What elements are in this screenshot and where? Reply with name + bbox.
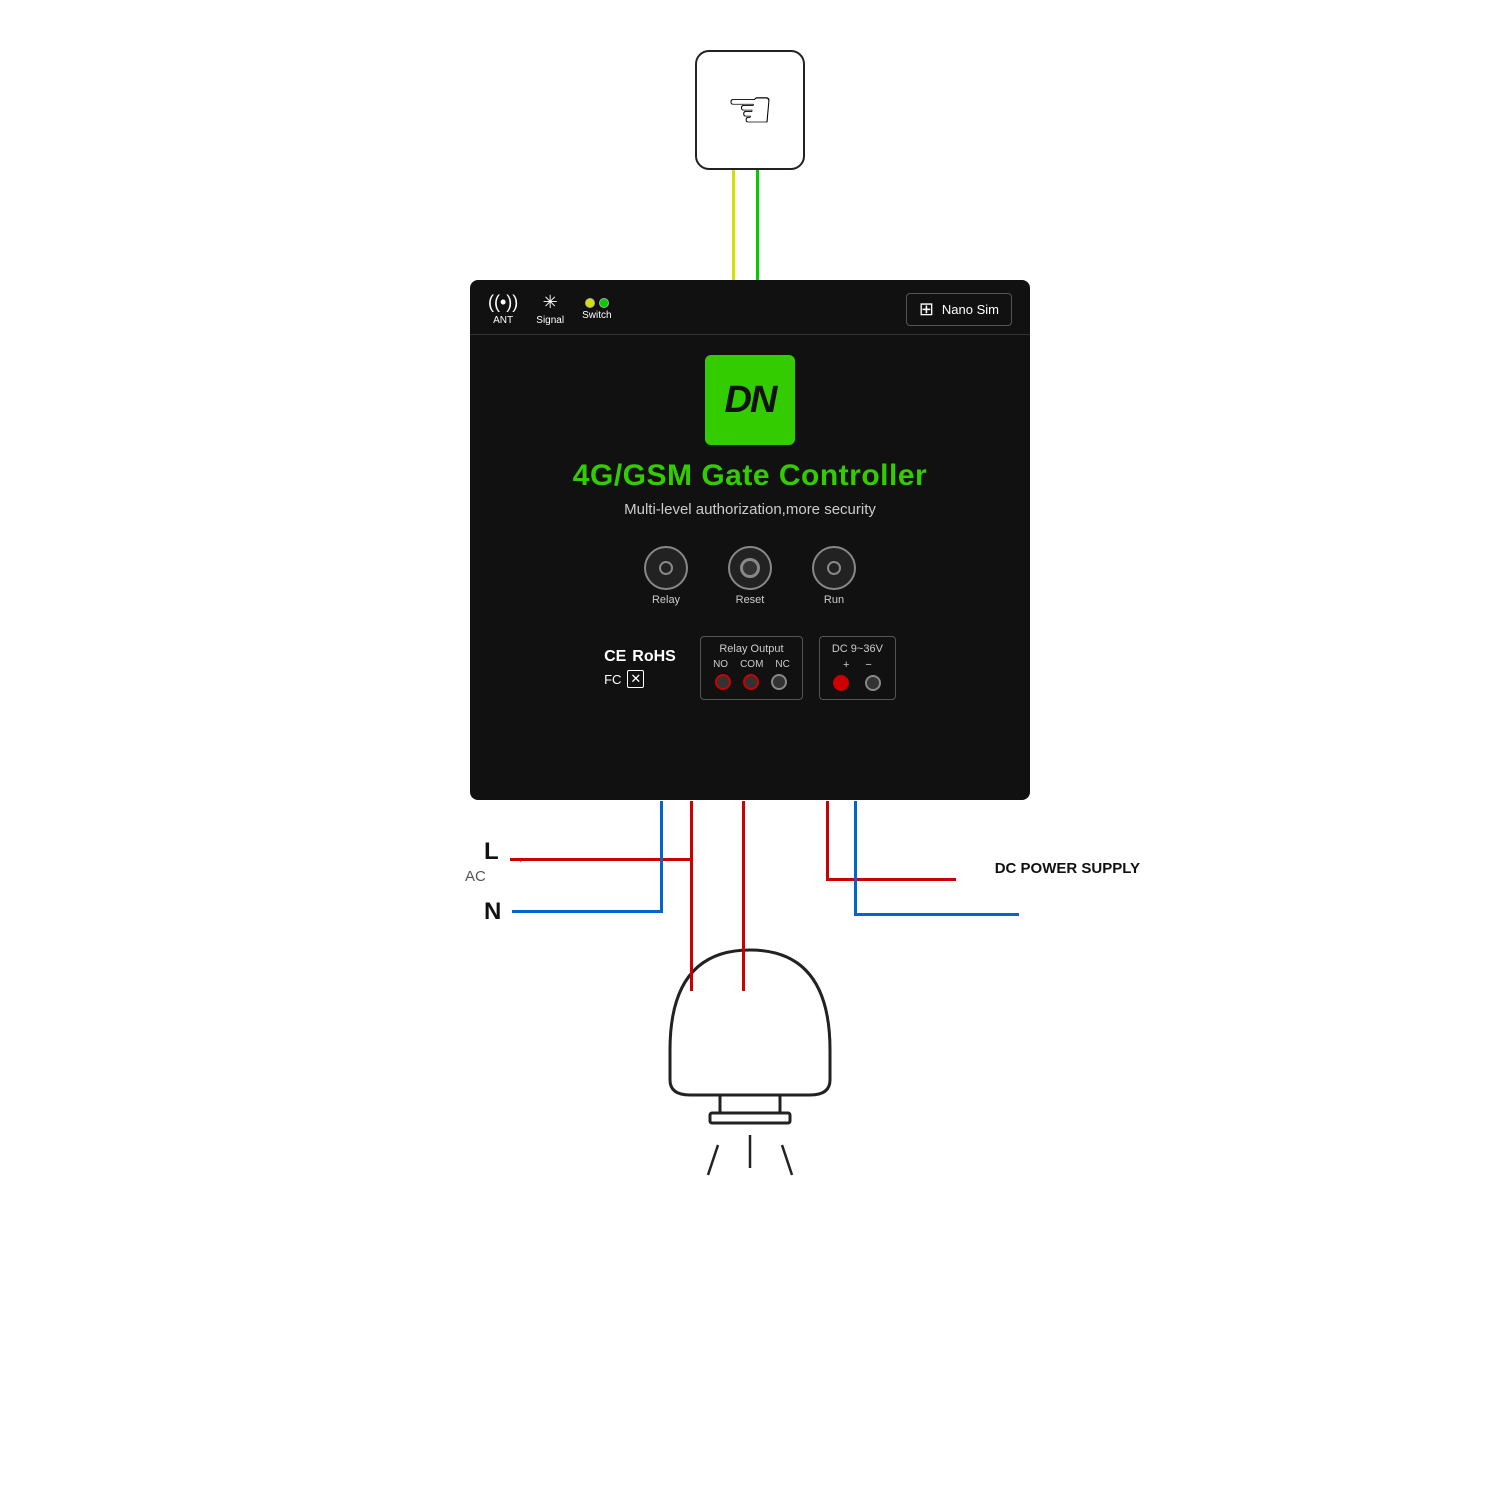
switch-circle-green: [599, 298, 609, 308]
relay-label: Relay: [652, 594, 680, 606]
label-L: L: [484, 838, 499, 866]
wire-green: [756, 170, 759, 285]
device-body: ((•)) ANT ✳ Signal Switch: [470, 280, 1030, 800]
terminal-dc-plus: [833, 675, 849, 691]
label-N: N: [484, 898, 501, 926]
switch-label: Switch: [582, 310, 611, 321]
signal-icon: ✳: [543, 292, 558, 313]
dc-power-section: DC 9~36V + −: [819, 636, 896, 700]
wire-dc-minus-horizontal: [854, 913, 1019, 916]
dc-minus-label: −: [865, 659, 871, 671]
cert-rohs: RoHS: [632, 648, 676, 666]
relay-output-labels: NO COM NC: [713, 659, 790, 670]
logo-box: DN: [705, 355, 795, 445]
run-inner: [827, 561, 841, 575]
terminal-nc: [771, 674, 787, 690]
run-circle: [812, 546, 856, 590]
device-content: DN 4G/GSM Gate Controller Multi-level au…: [470, 335, 1030, 714]
cert-section: CE RoHS FC ✕: [604, 636, 684, 700]
terminal-no: [715, 674, 731, 690]
arrow-L: →: [511, 850, 525, 866]
lamp-svg: [610, 920, 890, 1200]
cert-ce: CE: [604, 648, 626, 666]
reset-indicator: Reset: [728, 546, 772, 606]
top-icons-left: ((•)) ANT ✳ Signal Switch: [488, 292, 612, 326]
relay-output-terminals: [715, 674, 787, 690]
wire-dc-plus-horizontal: [826, 878, 956, 881]
run-indicator: Run: [812, 546, 856, 606]
wire-dc-plus-vertical: [826, 801, 829, 881]
reset-inner: [740, 558, 760, 578]
run-label: Run: [824, 594, 844, 606]
wire-dc-minus-vertical: [854, 801, 857, 916]
lamp-symbol: [610, 920, 890, 1205]
terminal-com: [743, 674, 759, 690]
nano-sim-label: Nano Sim: [942, 302, 999, 317]
relay-label-com: COM: [740, 659, 763, 670]
signal-label: Signal: [536, 315, 564, 326]
switch-group: Switch: [582, 298, 611, 321]
wire-N-horizontal: [512, 910, 660, 913]
relay-circle: [644, 546, 688, 590]
label-AC: AC: [465, 868, 486, 885]
relay-indicator: Relay: [644, 546, 688, 606]
switch-circles: [585, 298, 609, 308]
relay-output-section: Relay Output NO COM NC: [700, 636, 803, 700]
touch-button: ☜: [695, 50, 805, 170]
dc-power-terminals: [833, 675, 881, 691]
relay-output-title: Relay Output: [719, 643, 783, 655]
wire-no-horizontal: [510, 858, 693, 861]
label-dc-power: DC POWER SUPPLY: [995, 858, 1140, 879]
sim-icon: ⊞: [919, 299, 934, 320]
product-subtitle: Multi-level authorization,more security: [624, 501, 876, 518]
nano-sim-box: ⊞ Nano Sim: [906, 293, 1012, 326]
wire-lamp-left-vertical: [690, 861, 693, 991]
dc-plus-label: +: [843, 659, 849, 671]
ant-label: ANT: [493, 315, 513, 326]
cert-x: ✕: [627, 670, 644, 688]
device-bottom-bar: CE RoHS FC ✕ Relay Output NO COM NC: [586, 626, 914, 714]
reset-label: Reset: [736, 594, 765, 606]
wire-com-vertical: [742, 801, 745, 901]
relay-label-nc: NC: [775, 659, 789, 670]
wire-N-vertical: [660, 801, 663, 913]
reset-circle: [728, 546, 772, 590]
dc-power-labels: + −: [843, 659, 872, 671]
dc-power-title: DC 9~36V: [832, 643, 883, 655]
device-top-bar: ((•)) ANT ✳ Signal Switch: [470, 280, 1030, 335]
ant-group: ((•)) ANT: [488, 292, 518, 326]
relay-label-no: NO: [713, 659, 728, 670]
switch-circle-yellow: [585, 298, 595, 308]
ant-icon: ((•)): [488, 292, 518, 313]
wire-no-vertical: [690, 801, 693, 861]
cert-top: CE RoHS: [604, 648, 684, 666]
wire-lamp-center-vertical: [742, 901, 745, 991]
indicators-row: Relay Reset Run: [644, 546, 856, 606]
cert-bottom: FC ✕: [604, 670, 684, 688]
relay-inner: [659, 561, 673, 575]
touch-icon: ☜: [726, 83, 774, 137]
signal-group: ✳ Signal: [536, 292, 564, 326]
product-title: 4G/GSM Gate Controller: [573, 459, 927, 493]
wire-yellow: [732, 170, 735, 285]
cert-fc: FC: [604, 672, 621, 687]
logo-text: DN: [725, 379, 776, 422]
terminal-dc-minus: [865, 675, 881, 691]
